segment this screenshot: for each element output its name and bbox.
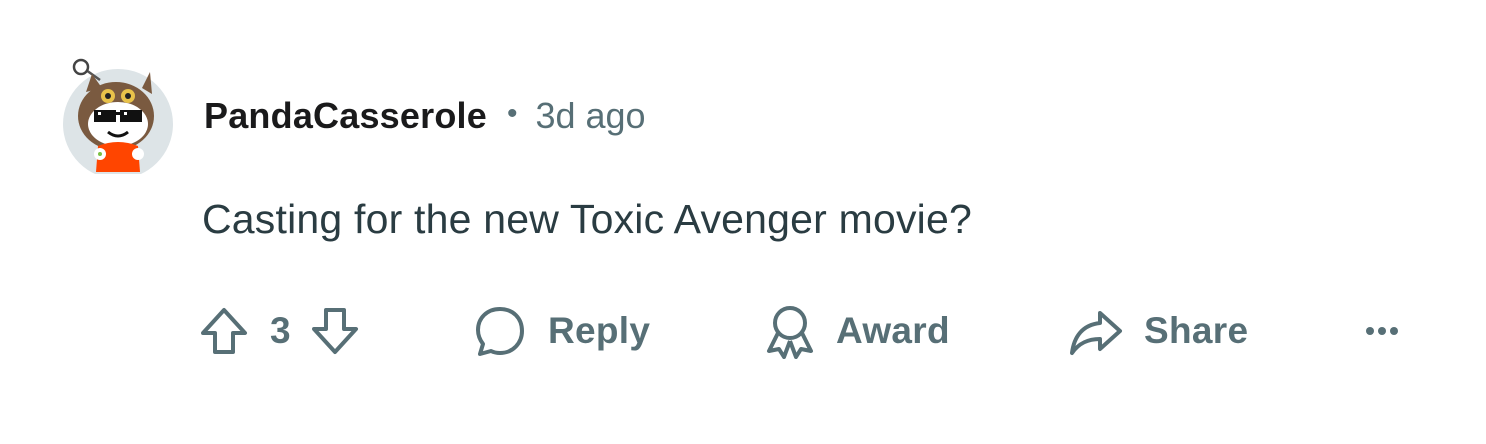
- comment-actions: 3 Reply Award Share: [198, 300, 1418, 362]
- meta-separator: •: [506, 97, 518, 130]
- comment: PandaCasserole • 3d ago Casting for the …: [0, 0, 1486, 444]
- upvote-arrow-icon: [201, 308, 247, 354]
- reply-button[interactable]: Reply: [472, 300, 650, 362]
- award-ribbon-icon: [767, 306, 813, 359]
- speech-bubble-icon: [476, 307, 524, 356]
- avatar[interactable]: [56, 54, 176, 174]
- downvote-button[interactable]: [309, 305, 361, 357]
- comment-body: Casting for the new Toxic Avenger movie?: [202, 196, 972, 242]
- share-arrow-icon: [1070, 311, 1122, 355]
- reply-label: Reply: [548, 310, 651, 351]
- award-label: Award: [836, 310, 950, 351]
- downvote-arrow-icon: [311, 308, 358, 354]
- username-link[interactable]: PandaCasserole: [204, 95, 487, 137]
- ellipsis-icon: [1366, 327, 1398, 335]
- comment-meta: PandaCasserole • 3d ago: [204, 88, 646, 144]
- snoo-avatar-icon: [63, 58, 173, 174]
- share-label: Share: [1144, 310, 1249, 351]
- vote-group: 3: [198, 300, 361, 362]
- award-button[interactable]: Award: [764, 300, 950, 362]
- upvote-button[interactable]: [198, 305, 250, 357]
- vote-count: 3: [270, 310, 291, 351]
- timestamp[interactable]: 3d ago: [535, 95, 645, 137]
- more-options-button[interactable]: [1360, 300, 1404, 362]
- share-button[interactable]: Share: [1066, 300, 1248, 362]
